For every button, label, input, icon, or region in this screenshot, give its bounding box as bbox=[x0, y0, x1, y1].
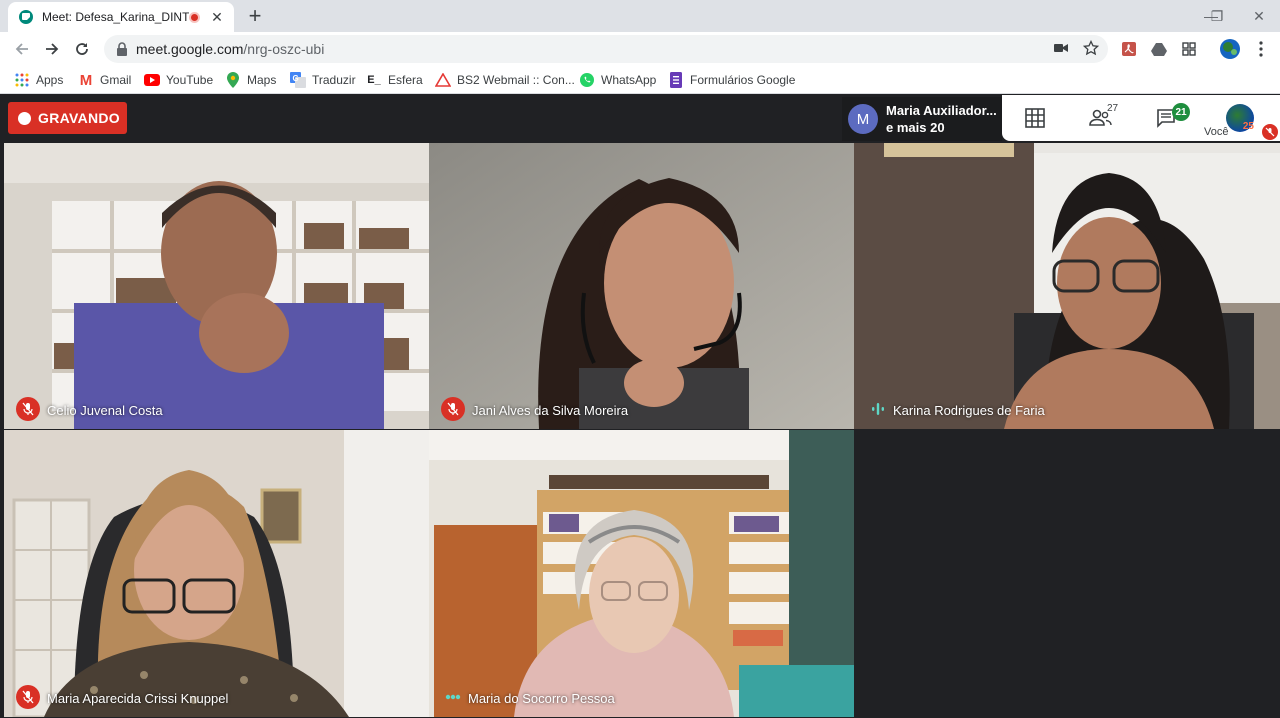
meet-top-controls: 27 21 25 Você bbox=[1002, 95, 1280, 141]
bookmark-youtube[interactable]: YouTube bbox=[144, 71, 213, 89]
meet-stage: GRAVANDO M Maria Auxiliador... e mais 20… bbox=[0, 95, 1280, 718]
address-bar[interactable]: meet.google.com /nrg-oszc-ubi bbox=[104, 35, 1108, 63]
reload-icon bbox=[76, 43, 88, 55]
bookmark-label: Maps bbox=[247, 73, 277, 87]
layout-grid-button[interactable] bbox=[1022, 105, 1048, 131]
apps-grid-icon bbox=[14, 72, 30, 88]
participant-name: Maria Aparecida Crissi Knuppel bbox=[47, 691, 229, 706]
browser-toolbar: meet.google.com /nrg-oszc-ubi bbox=[0, 32, 1280, 66]
presenter-avatar: M bbox=[848, 104, 878, 134]
participant-tile[interactable]: Jani Alves da Silva Moreira bbox=[429, 143, 854, 429]
presenter-name: Maria Auxiliador... bbox=[886, 103, 997, 118]
arrow-left-icon bbox=[15, 43, 28, 55]
bookmark-bs2-webmail[interactable]: BS2 Webmail :: Con... bbox=[435, 71, 575, 89]
svg-text:G: G bbox=[293, 74, 299, 83]
tab-recording-icon bbox=[189, 11, 200, 23]
video-feed bbox=[4, 430, 429, 717]
speaking-indicator-icon bbox=[866, 397, 890, 421]
bookmark-gmail[interactable]: M Gmail bbox=[78, 71, 132, 89]
participant-tile[interactable]: Maria do Socorro Pessoa bbox=[429, 430, 854, 717]
mic-off-icon bbox=[441, 397, 465, 421]
forms-icon bbox=[668, 72, 684, 88]
participant-name: Maria do Socorro Pessoa bbox=[468, 691, 615, 706]
back-button[interactable] bbox=[10, 37, 34, 61]
tab-meet[interactable]: Meet: Defesa_Karina_DINTER ✕ bbox=[8, 2, 234, 32]
chrome-menu-icon[interactable] bbox=[1252, 40, 1270, 58]
bookmark-whatsapp[interactable]: WhatsApp bbox=[579, 71, 656, 89]
bookmark-apps[interactable]: Apps bbox=[14, 71, 63, 89]
participant-name: Karina Rodrigues de Faria bbox=[893, 403, 1045, 418]
arrow-right-icon bbox=[46, 43, 59, 55]
participant-tile[interactable]: Celio Juvenal Costa bbox=[4, 143, 429, 429]
bookmark-label: WhatsApp bbox=[601, 73, 657, 87]
bookmark-traduzir[interactable]: G Traduzir bbox=[290, 71, 356, 89]
window-close-button[interactable]: ✕ bbox=[1236, 0, 1280, 32]
bookmark-label: BS2 Webmail :: Con... bbox=[457, 73, 575, 87]
video-feed bbox=[854, 143, 1280, 429]
url-path: /nrg-oszc-ubi bbox=[243, 41, 325, 57]
participants-count: 27 bbox=[1107, 103, 1119, 114]
bookmark-label: Apps bbox=[36, 73, 64, 87]
participant-name: Celio Juvenal Costa bbox=[47, 403, 163, 418]
bookmarks-bar: Apps M Gmail YouTube Maps G Traduzir E_ … bbox=[0, 66, 1280, 94]
lock-icon bbox=[117, 42, 127, 56]
participant-tile[interactable]: Maria Aparecida Crissi Knuppel bbox=[4, 430, 429, 717]
recording-dot-icon bbox=[18, 111, 31, 125]
translate-icon: G bbox=[290, 72, 306, 88]
whatsapp-icon bbox=[579, 72, 595, 88]
restore-button[interactable]: ❐ bbox=[1194, 0, 1240, 32]
youtube-icon bbox=[144, 72, 160, 88]
drive-extension-icon[interactable] bbox=[1150, 40, 1168, 58]
bookmark-label: Esfera bbox=[388, 73, 423, 87]
new-tab-button[interactable]: + bbox=[244, 4, 266, 28]
mic-off-icon bbox=[16, 397, 40, 421]
video-feed bbox=[4, 143, 429, 429]
camera-icon[interactable] bbox=[1052, 39, 1070, 57]
star-bookmark-icon[interactable] bbox=[1082, 39, 1100, 57]
self-label: Você bbox=[1204, 126, 1229, 138]
url-host: meet.google.com bbox=[136, 41, 244, 57]
chat-count-badge: 21 bbox=[1172, 103, 1190, 121]
meet-favicon-icon bbox=[19, 10, 33, 24]
tab-strip: Meet: Defesa_Karina_DINTER ✕ + — ❐ ✕ bbox=[0, 0, 1280, 32]
bookmark-esfera[interactable]: E_ Esfera bbox=[366, 71, 423, 89]
pdf-extension-icon[interactable] bbox=[1120, 40, 1138, 58]
webmail-icon bbox=[435, 72, 451, 88]
bookmark-label: YouTube bbox=[166, 73, 214, 87]
tab-title: Meet: Defesa_Karina_DINTER bbox=[42, 10, 189, 24]
bookmark-maps[interactable]: Maps bbox=[225, 71, 276, 89]
video-feed bbox=[429, 430, 854, 717]
mic-off-icon bbox=[16, 685, 40, 709]
bookmark-formularios[interactable]: Formulários Google bbox=[668, 71, 795, 89]
participant-name: Jani Alves da Silva Moreira bbox=[472, 403, 629, 418]
maps-pin-icon bbox=[225, 72, 241, 88]
reload-button[interactable] bbox=[70, 37, 94, 61]
tab-close-icon[interactable]: ✕ bbox=[210, 9, 224, 26]
mic-idle-icon bbox=[441, 685, 465, 709]
forward-button[interactable] bbox=[40, 37, 64, 61]
recording-button[interactable]: GRAVANDO bbox=[8, 102, 127, 134]
presenter-chip[interactable]: M Maria Auxiliador... e mais 20 bbox=[842, 97, 1002, 141]
extensions-icon[interactable] bbox=[1180, 40, 1198, 58]
bookmark-label: Formulários Google bbox=[690, 73, 796, 87]
video-feed bbox=[429, 143, 854, 429]
bookmark-label: Traduzir bbox=[312, 73, 356, 87]
recording-label: GRAVANDO bbox=[38, 110, 120, 126]
self-mic-off-icon bbox=[1262, 124, 1278, 140]
presenter-others: e mais 20 bbox=[886, 120, 945, 135]
self-avatar[interactable]: 25 bbox=[1226, 104, 1254, 132]
bookmark-label: Gmail bbox=[100, 73, 132, 87]
profile-avatar-icon[interactable] bbox=[1218, 37, 1242, 61]
participant-tile-active-speaker[interactable]: Karina Rodrigues de Faria bbox=[854, 143, 1280, 429]
esfera-icon: E_ bbox=[367, 74, 381, 86]
gmail-icon: M bbox=[79, 71, 93, 89]
grid-layout-icon bbox=[1025, 108, 1045, 128]
